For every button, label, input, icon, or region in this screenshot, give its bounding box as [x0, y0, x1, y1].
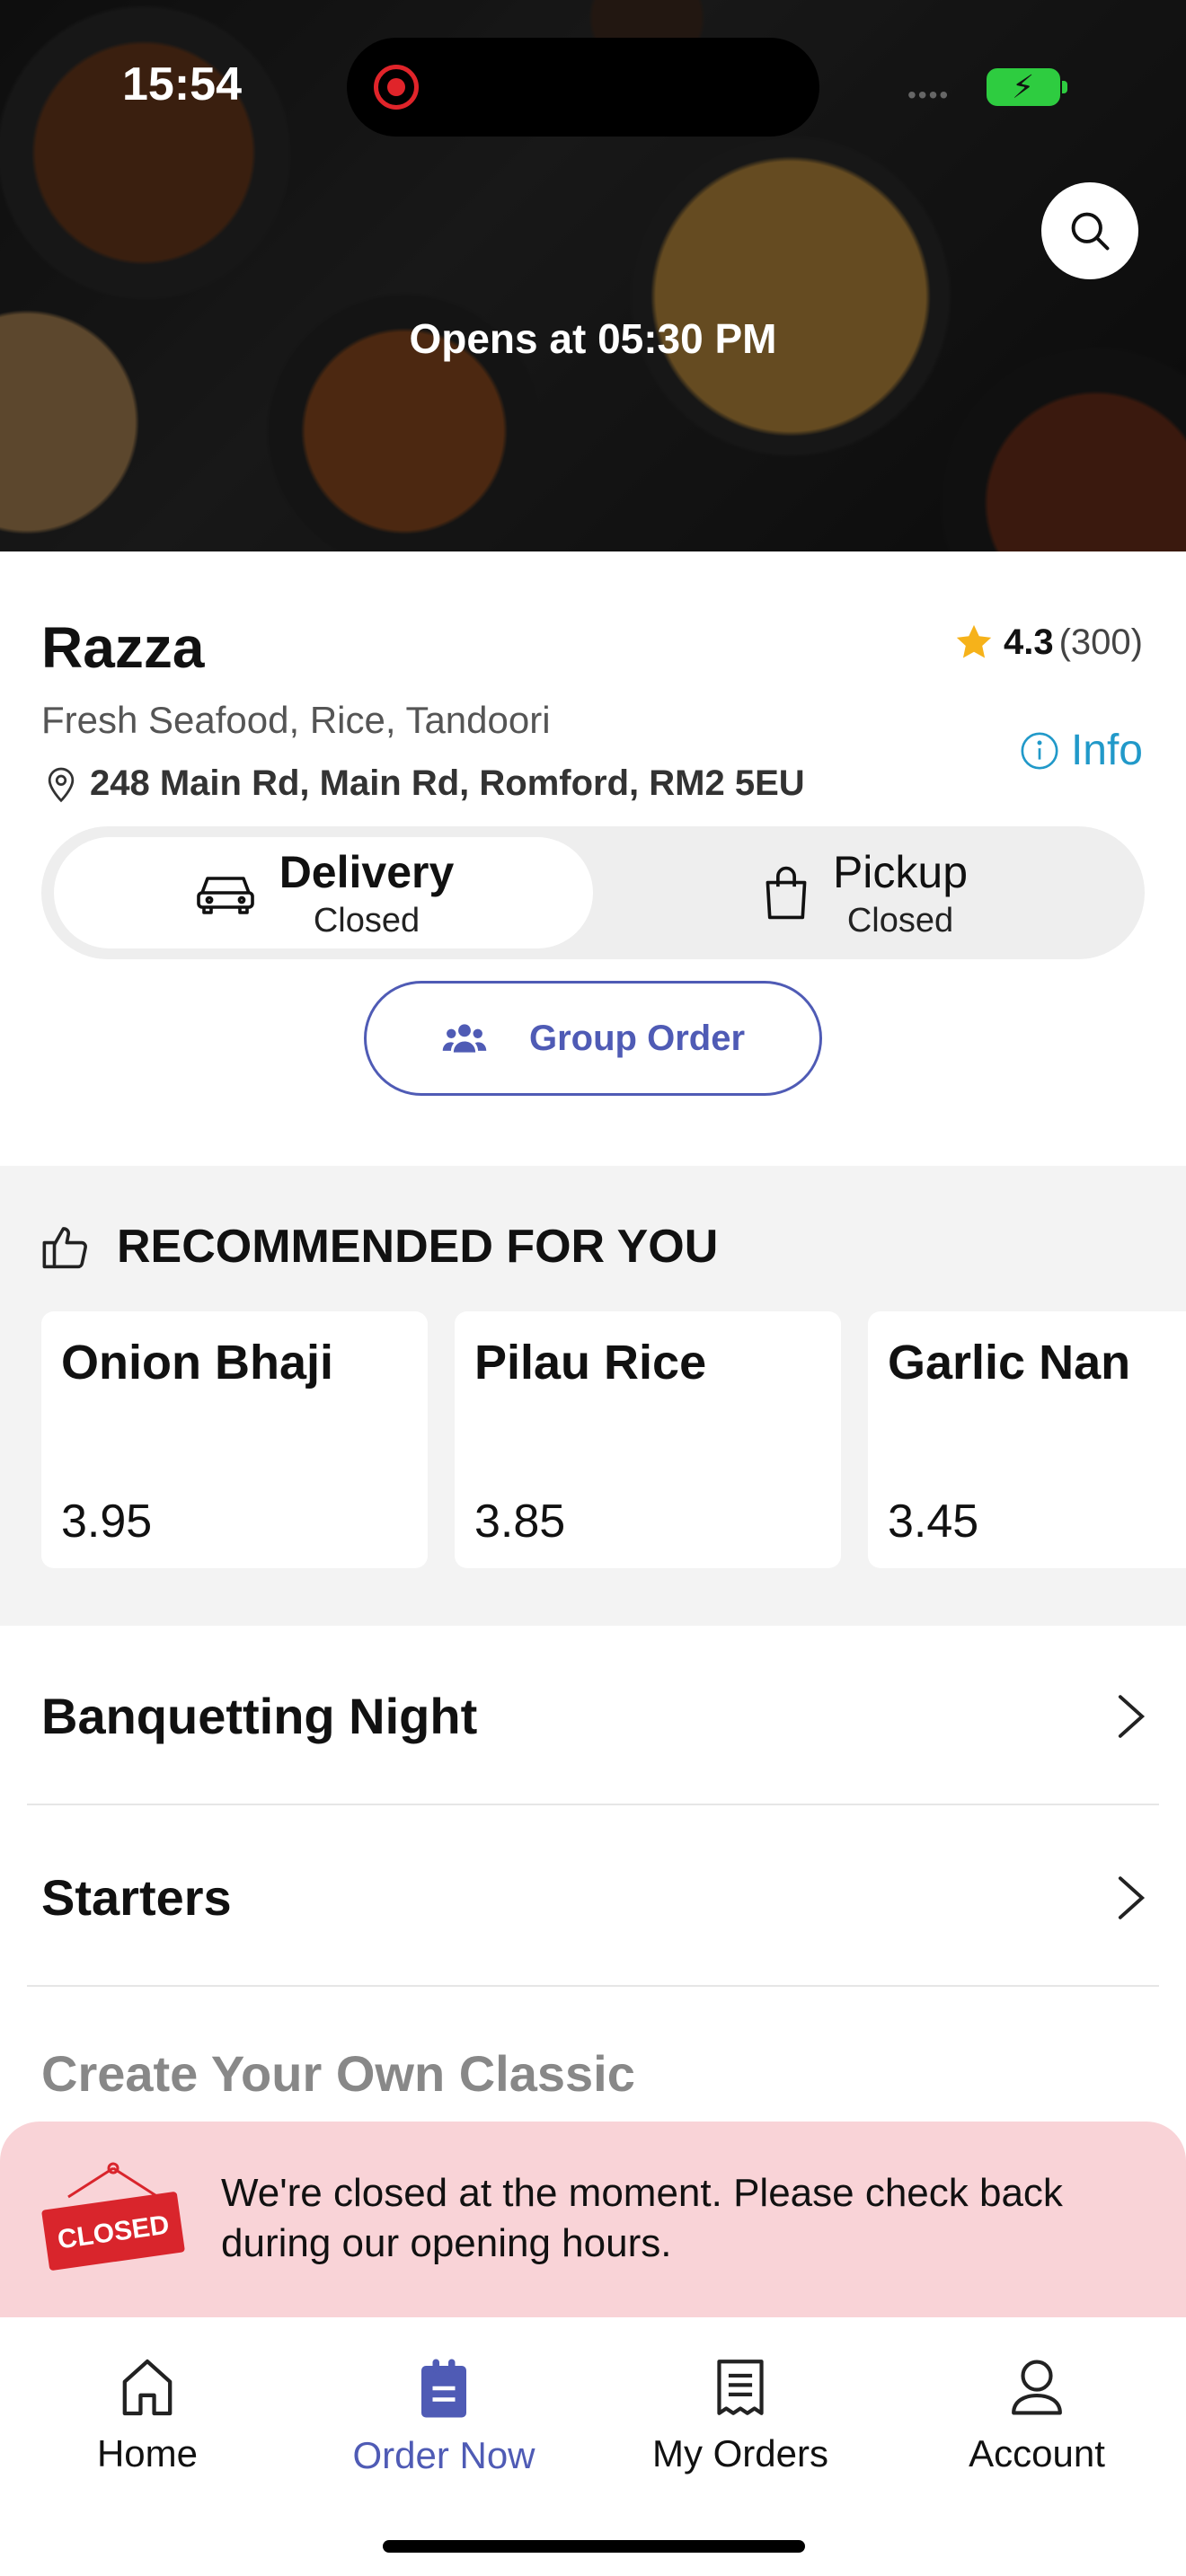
- group-users-icon: [442, 1024, 487, 1053]
- pickup-option[interactable]: Pickup Closed: [595, 837, 1134, 948]
- address: 248 Main Rd, Main Rd, Romford, RM2 5EU: [41, 763, 805, 804]
- item-name: Onion Bhaji: [61, 1336, 333, 1389]
- home-icon: [122, 2359, 173, 2416]
- thumbs-up-icon: [42, 1227, 87, 1269]
- group-order-button[interactable]: Group Order: [364, 981, 822, 1096]
- info-label: Info: [1070, 727, 1143, 774]
- delivery-status: Closed: [313, 901, 420, 940]
- closed-message: We're closed at the moment. Please check…: [221, 2171, 1063, 2265]
- bottom-navigation: Home Order Now My Orders Account: [0, 2317, 1186, 2576]
- restaurant-name: Razza: [41, 615, 205, 680]
- order-mode-toggle: Delivery Closed Pickup Closed: [41, 826, 1145, 959]
- info-link[interactable]: Info: [1019, 726, 1143, 775]
- item-price: 3.95: [61, 1495, 153, 1548]
- closed-notice-banner: CLOSED We're closed at the moment. Pleas…: [0, 2122, 1186, 2317]
- home-indicator[interactable]: [383, 2540, 805, 2553]
- info-icon: [1021, 731, 1058, 770]
- delivery-option[interactable]: Delivery Closed: [54, 837, 593, 948]
- recommended-item-card[interactable]: Garlic Nan 3.45: [868, 1311, 1186, 1568]
- nav-label: Home: [96, 2432, 199, 2475]
- chevron-right-icon: [1118, 1876, 1146, 1919]
- account-icon: [1012, 2360, 1062, 2415]
- nav-label: Account: [969, 2432, 1105, 2475]
- nav-label: My Orders: [651, 2432, 828, 2475]
- shopping-bag-icon: [766, 866, 807, 920]
- cuisine-list: Fresh Seafood, Rice, Tandoori: [41, 699, 551, 741]
- recommended-item-card[interactable]: Pilau Rice 3.85: [455, 1311, 841, 1568]
- pickup-label: Pickup: [832, 846, 969, 897]
- receipt-icon: [717, 2360, 764, 2415]
- item-name: Pilau Rice: [474, 1336, 707, 1389]
- category-label: Banquetting Night: [41, 1688, 478, 1744]
- battery-icon: ⚡: [987, 68, 1067, 106]
- delivery-label: Delivery: [279, 846, 455, 897]
- rating-count: (300): [1058, 622, 1143, 662]
- car-icon: [196, 877, 254, 914]
- nav-label: Order Now: [352, 2434, 535, 2476]
- search-icon: [1071, 212, 1110, 251]
- search-button[interactable]: [1041, 182, 1138, 279]
- opening-time: Opens at 05:30 PM: [409, 315, 777, 362]
- rating-value: 4.3: [1004, 622, 1054, 662]
- recommended-item-card[interactable]: Onion Bhaji 3.95: [41, 1311, 428, 1568]
- category-row-starters[interactable]: Starters: [27, 1807, 1159, 1987]
- item-name: Garlic Nan: [888, 1336, 1131, 1389]
- closed-sign-icon: CLOSED: [41, 2162, 185, 2271]
- item-price: 3.85: [474, 1495, 566, 1548]
- signal-icon: ••••: [907, 81, 951, 109]
- recommended-heading: RECOMMENDED FOR YOU: [41, 1220, 718, 1274]
- rating: 4.3 (300): [953, 622, 1143, 663]
- hero-banner: 15:54 •••• ⚡ Opens at 05:30 PM: [0, 0, 1186, 551]
- nav-home[interactable]: Home: [13, 2357, 282, 2475]
- dynamic-island: [347, 38, 819, 137]
- order-icon: [421, 2359, 466, 2418]
- status-time: 15:54: [122, 58, 242, 110]
- location-pin-icon: [48, 767, 75, 802]
- item-price: 3.45: [888, 1495, 979, 1548]
- nav-account[interactable]: Account: [902, 2357, 1172, 2475]
- address-text: 248 Main Rd, Main Rd, Romford, RM2 5EU: [90, 763, 805, 803]
- recommended-section: RECOMMENDED FOR YOU Onion Bhaji 3.95 Pil…: [0, 1166, 1186, 1626]
- group-order-label: Group Order: [528, 1018, 746, 1058]
- star-icon: [956, 624, 992, 658]
- nav-my-orders[interactable]: My Orders: [606, 2357, 875, 2475]
- category-row-banquetting-night[interactable]: Banquetting Night: [27, 1626, 1159, 1805]
- pickup-status: Closed: [846, 901, 954, 940]
- category-label: Create Your Own Classic: [41, 2045, 635, 2102]
- recording-icon: [374, 65, 419, 110]
- recommended-title: RECOMMENDED FOR YOU: [117, 1221, 719, 1273]
- chevron-right-icon: [1118, 1695, 1146, 1738]
- category-label: Starters: [41, 1869, 232, 1926]
- nav-order-now[interactable]: Order Now: [309, 2357, 579, 2477]
